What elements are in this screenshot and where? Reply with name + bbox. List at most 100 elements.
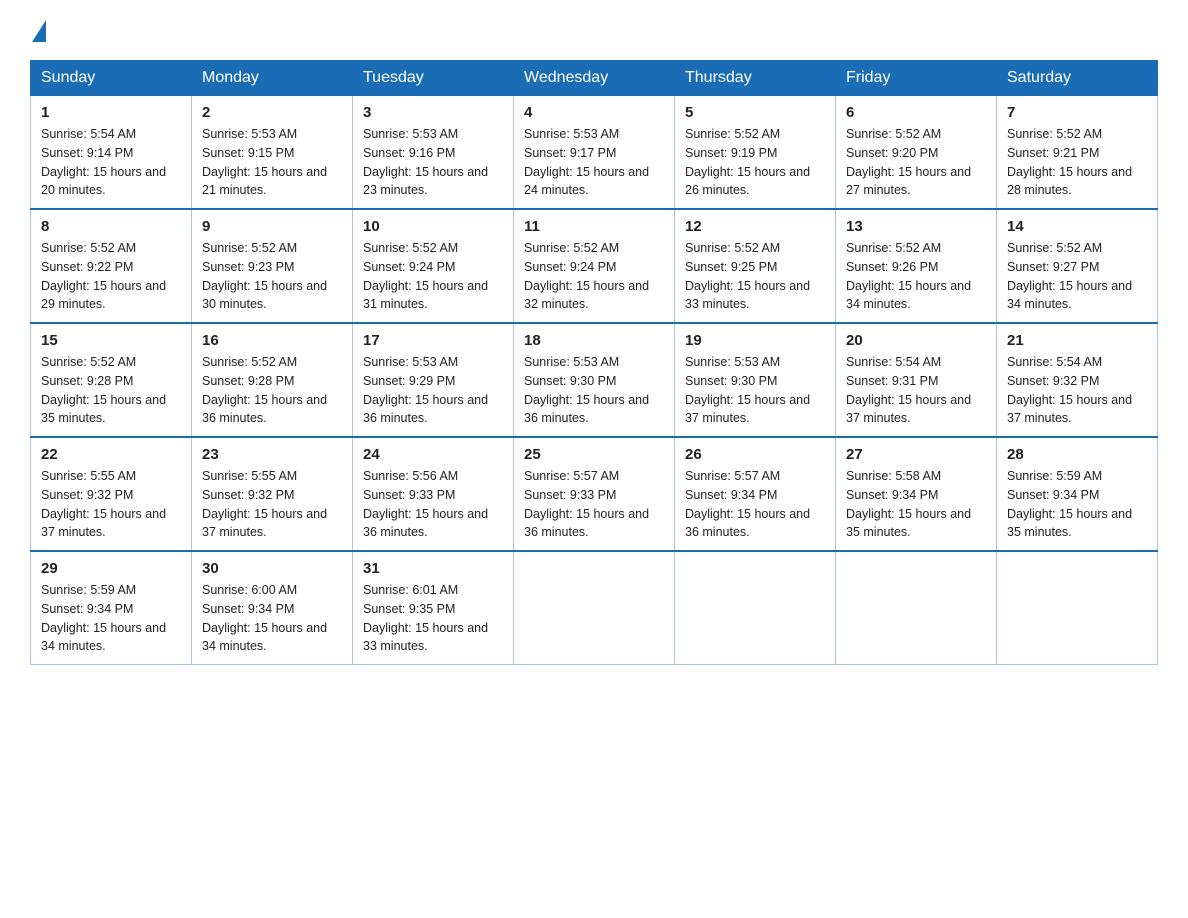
- calendar-day-cell: 20Sunrise: 5:54 AMSunset: 9:31 PMDayligh…: [836, 323, 997, 437]
- day-info: Sunrise: 5:59 AMSunset: 9:34 PMDaylight:…: [41, 581, 181, 656]
- calendar-day-cell: 17 Sunrise: 5:53 AMSunset: 9:29 PMDayligh…: [353, 323, 514, 437]
- day-number: 2: [202, 104, 342, 121]
- day-info: Sunrise: 5:56 AMSunset: 9:33 PMDaylight:…: [363, 467, 503, 542]
- col-header-friday: Friday: [836, 61, 997, 96]
- day-info: Sunrise: 5:53 AMSunset: 9:17 PMDaylight:…: [524, 125, 664, 200]
- day-number: 21: [1007, 332, 1147, 349]
- day-info: Sunrise: 5:52 AMSunset: 9:28 PMDaylight:…: [202, 353, 342, 428]
- calendar-day-cell: 5 Sunrise: 5:52 AMSunset: 9:19 PMDaylight…: [675, 96, 836, 210]
- calendar-day-cell: 22 Sunrise: 5:55 AMSunset: 9:32 PMDayligh…: [31, 437, 192, 551]
- calendar-day-cell: 12 Sunrise: 5:52 AMSunset: 9:25 PMDayligh…: [675, 209, 836, 323]
- day-number: 5: [685, 104, 825, 121]
- day-number: 13: [846, 218, 986, 235]
- calendar-day-cell: 23 Sunrise: 5:55 AMSunset: 9:32 PMDayligh…: [192, 437, 353, 551]
- calendar-day-cell: 10 Sunrise: 5:52 AMSunset: 9:24 PMDayligh…: [353, 209, 514, 323]
- day-number: 27: [846, 446, 986, 463]
- col-header-monday: Monday: [192, 61, 353, 96]
- calendar-day-cell: 26 Sunrise: 5:57 AMSunset: 9:34 PMDayligh…: [675, 437, 836, 551]
- calendar-day-cell: 24 Sunrise: 5:56 AMSunset: 9:33 PMDayligh…: [353, 437, 514, 551]
- day-info: Sunrise: 5:55 AMSunset: 9:32 PMDaylight:…: [41, 467, 181, 542]
- day-info: Sunrise: 5:52 AMSunset: 9:21 PMDaylight:…: [1007, 125, 1147, 200]
- calendar-day-cell: 7 Sunrise: 5:52 AMSunset: 9:21 PMDaylight…: [997, 96, 1158, 210]
- day-info: Sunrise: 5:53 AMSunset: 9:30 PMDaylight:…: [685, 353, 825, 428]
- day-info: Sunrise: 5:52 AMSunset: 9:25 PMDaylight:…: [685, 239, 825, 314]
- calendar-day-cell: 18 Sunrise: 5:53 AMSunset: 9:30 PMDayligh…: [514, 323, 675, 437]
- day-number: 9: [202, 218, 342, 235]
- day-info: Sunrise: 5:52 AMSunset: 9:19 PMDaylight:…: [685, 125, 825, 200]
- calendar-day-cell: 2 Sunrise: 5:53 AMSunset: 9:15 PMDaylight…: [192, 96, 353, 210]
- day-number: 11: [524, 218, 664, 235]
- day-info: Sunrise: 5:59 AMSunset: 9:34 PMDaylight:…: [1007, 467, 1147, 542]
- day-number: 15: [41, 332, 181, 349]
- day-info: Sunrise: 6:01 AMSunset: 9:35 PMDaylight:…: [363, 581, 503, 656]
- calendar-day-cell: 3 Sunrise: 5:53 AMSunset: 9:16 PMDaylight…: [353, 96, 514, 210]
- day-number: 3: [363, 104, 503, 121]
- calendar-day-cell: 29Sunrise: 5:59 AMSunset: 9:34 PMDayligh…: [31, 551, 192, 665]
- calendar-day-cell: 15 Sunrise: 5:52 AMSunset: 9:28 PMDayligh…: [31, 323, 192, 437]
- day-number: 6: [846, 104, 986, 121]
- calendar-day-cell: 30 Sunrise: 6:00 AMSunset: 9:34 PMDayligh…: [192, 551, 353, 665]
- day-info: Sunrise: 5:53 AMSunset: 9:15 PMDaylight:…: [202, 125, 342, 200]
- calendar-week-row: 29Sunrise: 5:59 AMSunset: 9:34 PMDayligh…: [31, 551, 1158, 665]
- calendar-day-cell: [675, 551, 836, 665]
- day-number: 10: [363, 218, 503, 235]
- day-number: 23: [202, 446, 342, 463]
- logo: [30, 20, 48, 42]
- day-number: 31: [363, 560, 503, 577]
- day-number: 30: [202, 560, 342, 577]
- calendar-day-cell: 27Sunrise: 5:58 AMSunset: 9:34 PMDayligh…: [836, 437, 997, 551]
- calendar-day-cell: 21 Sunrise: 5:54 AMSunset: 9:32 PMDayligh…: [997, 323, 1158, 437]
- day-number: 26: [685, 446, 825, 463]
- day-info: Sunrise: 5:52 AMSunset: 9:26 PMDaylight:…: [846, 239, 986, 314]
- day-number: 24: [363, 446, 503, 463]
- calendar-week-row: 15 Sunrise: 5:52 AMSunset: 9:28 PMDayligh…: [31, 323, 1158, 437]
- day-info: Sunrise: 5:53 AMSunset: 9:16 PMDaylight:…: [363, 125, 503, 200]
- col-header-thursday: Thursday: [675, 61, 836, 96]
- day-info: Sunrise: 6:00 AMSunset: 9:34 PMDaylight:…: [202, 581, 342, 656]
- day-info: Sunrise: 5:52 AMSunset: 9:28 PMDaylight:…: [41, 353, 181, 428]
- calendar-week-row: 1 Sunrise: 5:54 AMSunset: 9:14 PMDaylight…: [31, 96, 1158, 210]
- calendar-week-row: 22 Sunrise: 5:55 AMSunset: 9:32 PMDayligh…: [31, 437, 1158, 551]
- day-number: 1: [41, 104, 181, 121]
- calendar-day-cell: 14Sunrise: 5:52 AMSunset: 9:27 PMDayligh…: [997, 209, 1158, 323]
- calendar-day-cell: 1 Sunrise: 5:54 AMSunset: 9:14 PMDaylight…: [31, 96, 192, 210]
- calendar-day-cell: 28 Sunrise: 5:59 AMSunset: 9:34 PMDayligh…: [997, 437, 1158, 551]
- calendar-day-cell: 19 Sunrise: 5:53 AMSunset: 9:30 PMDayligh…: [675, 323, 836, 437]
- day-info: Sunrise: 5:52 AMSunset: 9:24 PMDaylight:…: [363, 239, 503, 314]
- col-header-wednesday: Wednesday: [514, 61, 675, 96]
- calendar-day-cell: 6Sunrise: 5:52 AMSunset: 9:20 PMDaylight…: [836, 96, 997, 210]
- calendar-week-row: 8 Sunrise: 5:52 AMSunset: 9:22 PMDaylight…: [31, 209, 1158, 323]
- day-number: 7: [1007, 104, 1147, 121]
- calendar-day-cell: [836, 551, 997, 665]
- logo-triangle-icon: [32, 20, 46, 42]
- calendar-table: SundayMondayTuesdayWednesdayThursdayFrid…: [30, 60, 1158, 665]
- day-info: Sunrise: 5:52 AMSunset: 9:24 PMDaylight:…: [524, 239, 664, 314]
- day-number: 28: [1007, 446, 1147, 463]
- day-number: 22: [41, 446, 181, 463]
- day-number: 4: [524, 104, 664, 121]
- day-number: 17: [363, 332, 503, 349]
- day-info: Sunrise: 5:54 AMSunset: 9:31 PMDaylight:…: [846, 353, 986, 428]
- col-header-saturday: Saturday: [997, 61, 1158, 96]
- day-number: 12: [685, 218, 825, 235]
- day-number: 8: [41, 218, 181, 235]
- day-info: Sunrise: 5:53 AMSunset: 9:30 PMDaylight:…: [524, 353, 664, 428]
- calendar-header-row: SundayMondayTuesdayWednesdayThursdayFrid…: [31, 61, 1158, 96]
- day-info: Sunrise: 5:54 AMSunset: 9:32 PMDaylight:…: [1007, 353, 1147, 428]
- page-header: [30, 20, 1158, 42]
- day-number: 18: [524, 332, 664, 349]
- day-info: Sunrise: 5:53 AMSunset: 9:29 PMDaylight:…: [363, 353, 503, 428]
- day-info: Sunrise: 5:52 AMSunset: 9:22 PMDaylight:…: [41, 239, 181, 314]
- day-info: Sunrise: 5:57 AMSunset: 9:34 PMDaylight:…: [685, 467, 825, 542]
- calendar-day-cell: 13 Sunrise: 5:52 AMSunset: 9:26 PMDayligh…: [836, 209, 997, 323]
- calendar-day-cell: 4 Sunrise: 5:53 AMSunset: 9:17 PMDaylight…: [514, 96, 675, 210]
- calendar-day-cell: 9 Sunrise: 5:52 AMSunset: 9:23 PMDaylight…: [192, 209, 353, 323]
- day-info: Sunrise: 5:55 AMSunset: 9:32 PMDaylight:…: [202, 467, 342, 542]
- day-number: 19: [685, 332, 825, 349]
- calendar-day-cell: 8 Sunrise: 5:52 AMSunset: 9:22 PMDaylight…: [31, 209, 192, 323]
- day-number: 25: [524, 446, 664, 463]
- day-info: Sunrise: 5:52 AMSunset: 9:23 PMDaylight:…: [202, 239, 342, 314]
- day-info: Sunrise: 5:54 AMSunset: 9:14 PMDaylight:…: [41, 125, 181, 200]
- calendar-day-cell: [514, 551, 675, 665]
- col-header-tuesday: Tuesday: [353, 61, 514, 96]
